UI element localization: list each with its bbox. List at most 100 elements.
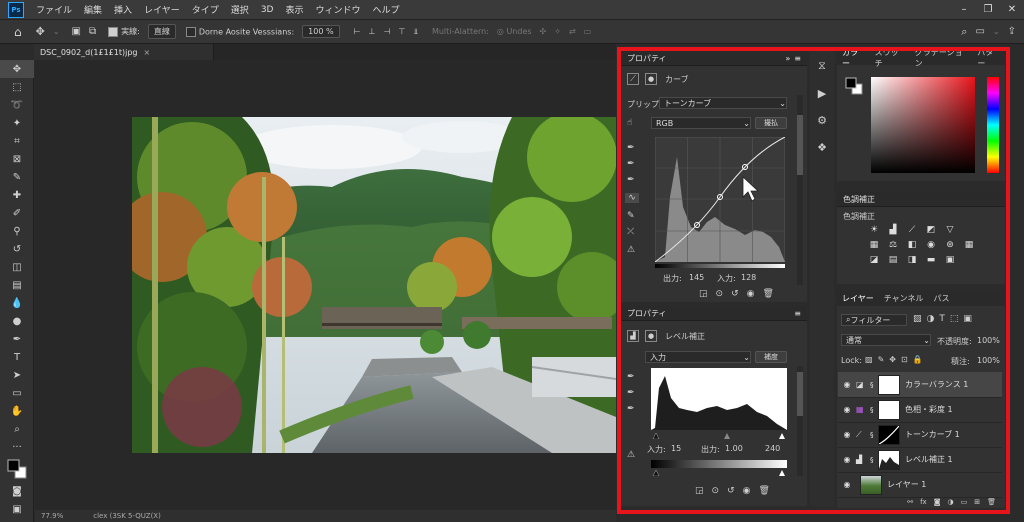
quick-mask-icon[interactable]: ◙	[0, 482, 34, 500]
align-bottom-icon[interactable]: ⫫	[413, 27, 418, 37]
view-previous-icon[interactable]: ⊙	[712, 486, 720, 496]
white-point-eyedropper-icon[interactable]: ✒	[627, 404, 635, 414]
view-previous-icon[interactable]: ⊙	[716, 289, 724, 299]
path-selection-icon[interactable]: ➤	[0, 366, 34, 384]
color-swatches[interactable]	[0, 456, 34, 482]
align-right-icon[interactable]: ⊣	[384, 27, 391, 36]
preset-select[interactable]: トーンカーブ ⌄	[659, 97, 787, 109]
reset-icon[interactable]: ↺	[727, 486, 735, 496]
clipping-icon[interactable]: ⚠	[627, 450, 635, 460]
reset-icon[interactable]: ↺	[731, 289, 739, 299]
hue-slider[interactable]	[987, 77, 999, 173]
blur-tool-icon[interactable]: 💧	[0, 294, 34, 312]
menu-edit[interactable]: 編集	[78, 3, 108, 16]
selective-color-icon[interactable]: ▣	[943, 254, 957, 266]
move-tool-icon[interactable]: ✥	[36, 25, 45, 38]
move-tool-icon[interactable]: ✥	[0, 60, 34, 78]
posterize-icon[interactable]: ▤	[886, 254, 900, 266]
brush-settings-icon[interactable]: ❖	[810, 141, 834, 154]
eye-icon[interactable]: ◉	[838, 480, 856, 489]
gray-point-eyedropper-icon[interactable]: ✒	[627, 388, 635, 398]
new-adjustment-icon[interactable]: ◑	[948, 498, 954, 508]
photo-filter-icon[interactable]: ◉	[924, 239, 938, 251]
new-layer-icon[interactable]: ⊞	[974, 498, 980, 508]
close-window-button[interactable]: ✕	[1000, 4, 1024, 15]
lock-all-icon[interactable]: 🔒	[913, 355, 923, 364]
shape-filter-icon[interactable]: ⬚	[950, 314, 959, 324]
mask-icon[interactable]: ●	[645, 330, 657, 342]
home-icon[interactable]: ⌂	[14, 25, 22, 39]
link-layers-icon[interactable]: ⚯	[907, 498, 913, 508]
zoom-select[interactable]: 100 %	[302, 25, 340, 38]
check-option[interactable]: Dorne Aosite Vesssians:	[185, 26, 294, 37]
menu-file[interactable]: ファイル	[30, 3, 78, 16]
menu-window[interactable]: ウィンドウ	[309, 3, 366, 16]
levels-gamma[interactable]: 1.00	[725, 444, 743, 453]
new-group-icon[interactable]: ▭	[961, 498, 968, 508]
zoom-tool-icon[interactable]: ⌕	[0, 420, 34, 438]
panel-menu-icon[interactable]: ≡	[794, 309, 801, 318]
healing-brush-icon[interactable]: ✚	[0, 186, 34, 204]
more-tools-icon[interactable]: ···	[0, 438, 34, 456]
menu-help[interactable]: ヘルプ	[367, 3, 406, 16]
gradient-map-icon[interactable]: ▬	[924, 254, 938, 266]
workspace-icon[interactable]: ▭	[975, 26, 984, 37]
curves-graph[interactable]	[654, 136, 786, 263]
tab-patterns[interactable]: パター	[972, 47, 1005, 69]
menu-image[interactable]: 挿入	[108, 3, 138, 16]
levels-channel-select[interactable]: 入力 ⌄	[645, 351, 751, 363]
pan-3d-icon[interactable]: ✧	[554, 27, 561, 36]
eye-icon[interactable]: ◉	[838, 380, 856, 389]
tab-swatches[interactable]: スウッチ	[870, 47, 910, 69]
curves-scrollbar[interactable]	[797, 95, 803, 285]
eye-icon[interactable]: ◉	[838, 430, 856, 439]
output-value[interactable]: 145	[689, 273, 704, 282]
menu-view[interactable]: 表示	[279, 3, 309, 16]
minimize-button[interactable]: –	[952, 4, 976, 15]
type-filter-icon[interactable]: T	[939, 314, 945, 324]
levels-input-black[interactable]: 15	[671, 444, 681, 453]
collapse-icon[interactable]: »	[785, 54, 790, 63]
levels-auto-button[interactable]: 補度	[755, 351, 787, 363]
magic-wand-icon[interactable]: ✦	[0, 114, 34, 132]
share-icon[interactable]: ⇪	[1008, 26, 1016, 37]
marquee-tool-icon[interactable]: ⬚	[0, 78, 34, 96]
target-adjust-icon[interactable]: ☝	[627, 118, 632, 128]
hand-tool-icon[interactable]: ✋	[0, 402, 34, 420]
video-camera-icon[interactable]: ▭	[584, 27, 592, 36]
panel-menu-icon[interactable]: ≡	[794, 54, 801, 63]
history-icon[interactable]: ⧖	[810, 59, 834, 73]
chevron-down-icon[interactable]: ⌄	[993, 27, 1000, 36]
brightness-icon[interactable]: ☀	[867, 224, 881, 236]
channel-mixer-icon[interactable]: ⊛	[943, 239, 957, 251]
chevron-down-icon[interactable]: ⌄	[53, 27, 60, 36]
exposure-icon[interactable]: ◩	[924, 224, 938, 236]
delete-icon[interactable]: 🗑	[762, 289, 773, 299]
actions-play-icon[interactable]: ▶	[810, 87, 834, 100]
layer-name[interactable]: レベル補正 1	[905, 454, 953, 465]
input-sliders[interactable]	[651, 432, 787, 440]
tab-color[interactable]: カラー	[837, 47, 870, 69]
levels-adj-icon[interactable]: ▟	[886, 224, 900, 236]
align-left-icon[interactable]: ⊢	[354, 27, 361, 36]
align-top-icon[interactable]: ⊤	[398, 27, 405, 36]
history-brush-icon[interactable]: ↺	[0, 240, 34, 258]
white-point-eyedropper-icon[interactable]: ✒	[627, 175, 635, 185]
gray-point-eyedropper-icon[interactable]: ✒	[627, 159, 635, 169]
tab-paths[interactable]: パス	[929, 293, 955, 304]
search-icon[interactable]: ⌕	[961, 25, 967, 39]
black-point-eyedropper-icon[interactable]: ✒	[627, 143, 635, 153]
crop-tool-icon[interactable]: ⌗	[0, 132, 34, 150]
hue-saturation-icon[interactable]: ▦	[867, 239, 881, 251]
layer-row[interactable]: ◉ ▟ § レベル補正 1	[838, 447, 1002, 473]
menu-select[interactable]: 選択	[225, 3, 255, 16]
layer-name[interactable]: レイヤー 1	[887, 479, 926, 490]
tab-layers[interactable]: レイヤー	[837, 293, 879, 304]
rectangle-tool-icon[interactable]: ▭	[0, 384, 34, 402]
slide-3d-icon[interactable]: ⇄	[569, 27, 576, 36]
clip-to-layer-icon[interactable]: ◲	[699, 289, 708, 299]
color-field[interactable]	[871, 77, 975, 173]
adjustment-filter-icon[interactable]: ◑	[927, 314, 935, 324]
restore-button[interactable]: ❐	[976, 4, 1000, 15]
color-balance-icon[interactable]: ⚖	[886, 239, 900, 251]
